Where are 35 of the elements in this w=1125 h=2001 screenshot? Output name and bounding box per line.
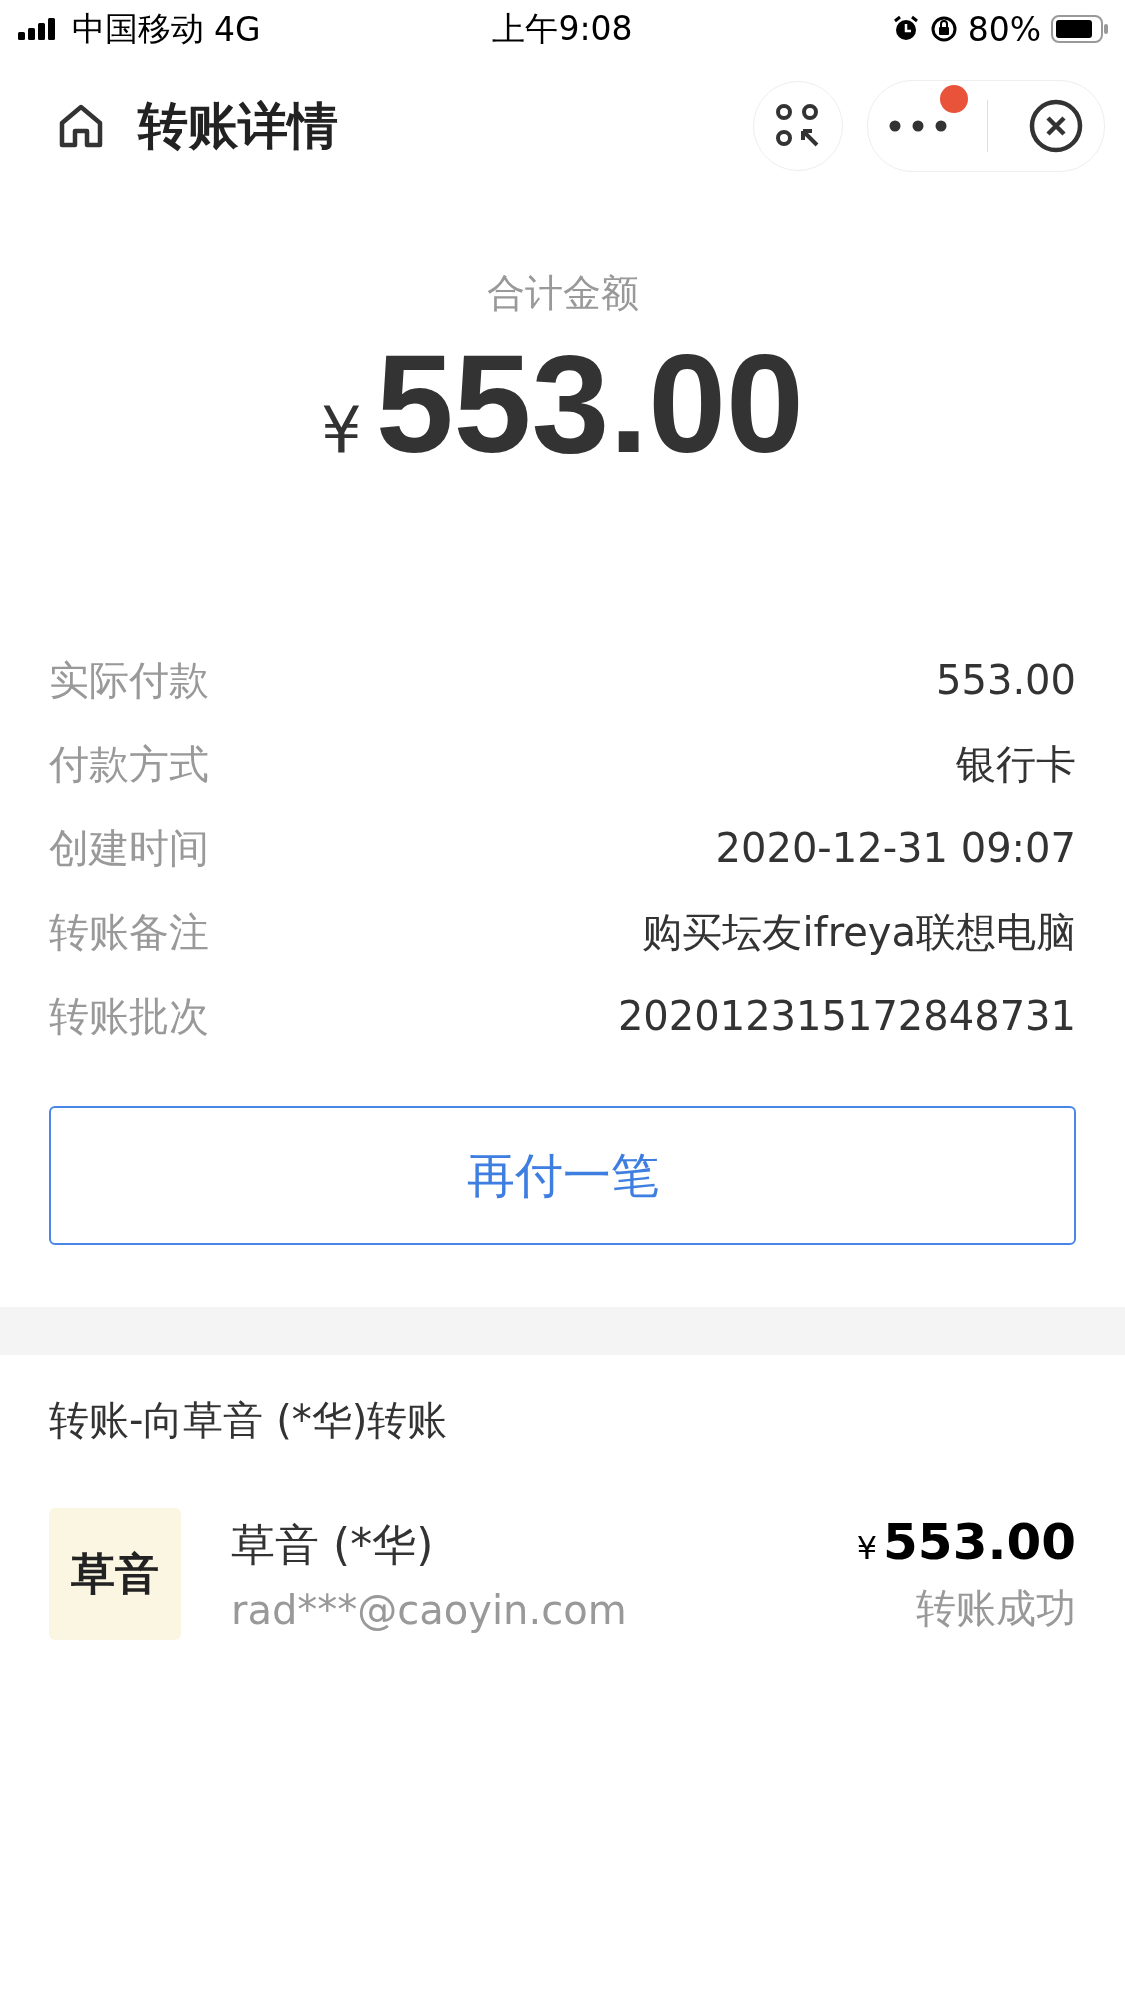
detail-label: 创建时间 bbox=[49, 823, 209, 873]
total-label: 合计金额 bbox=[486, 270, 639, 317]
total-amount: 553.00 bbox=[375, 324, 804, 484]
carrier-name: 中国移动 bbox=[72, 7, 204, 50]
detail-value: 银行卡 bbox=[956, 739, 1076, 789]
detail-label: 转账批次 bbox=[49, 991, 209, 1041]
detail-value: 553.00 bbox=[936, 657, 1076, 703]
detail-value: 2020-12-31 09:07 bbox=[715, 825, 1076, 871]
detail-label: 付款方式 bbox=[49, 739, 209, 789]
page-title: 转账详情 bbox=[138, 95, 339, 157]
battery-icon bbox=[1051, 15, 1109, 43]
clock-time: 上午9:08 bbox=[492, 7, 633, 50]
battery-percent: 80% bbox=[967, 9, 1041, 49]
transfer-status: 转账成功 bbox=[916, 1583, 1076, 1633]
detail-label: 转账备注 bbox=[49, 907, 209, 957]
pay-again-button[interactable]: 再付一笔 bbox=[49, 1106, 1076, 1245]
more-button[interactable] bbox=[887, 119, 948, 133]
more-icon bbox=[887, 119, 948, 133]
detail-value: 购买坛友ifreya联想电脑 bbox=[642, 907, 1076, 957]
close-icon bbox=[1028, 98, 1085, 154]
transfer-amount: 553.00 bbox=[883, 1512, 1076, 1571]
signal-icon bbox=[18, 18, 58, 40]
payee-account: rad***@caoyin.com bbox=[231, 1586, 628, 1633]
network-type: 4G bbox=[214, 9, 261, 49]
close-button[interactable] bbox=[1028, 98, 1085, 154]
detail-label: 实际付款 bbox=[49, 655, 209, 705]
payee-name: 草音 (*华) bbox=[231, 1517, 435, 1572]
logo-text: 草音 bbox=[71, 1546, 159, 1601]
rotation-lock-icon bbox=[929, 15, 958, 43]
section-title: 转账-向草音 (*华)转账 bbox=[49, 1396, 449, 1445]
alarm-icon bbox=[891, 15, 920, 43]
currency-symbol: ¥ bbox=[321, 393, 362, 467]
detail-value: 202012315172848731 bbox=[617, 993, 1076, 1039]
currency-symbol: ¥ bbox=[856, 1528, 878, 1567]
apps-icon bbox=[775, 103, 821, 149]
